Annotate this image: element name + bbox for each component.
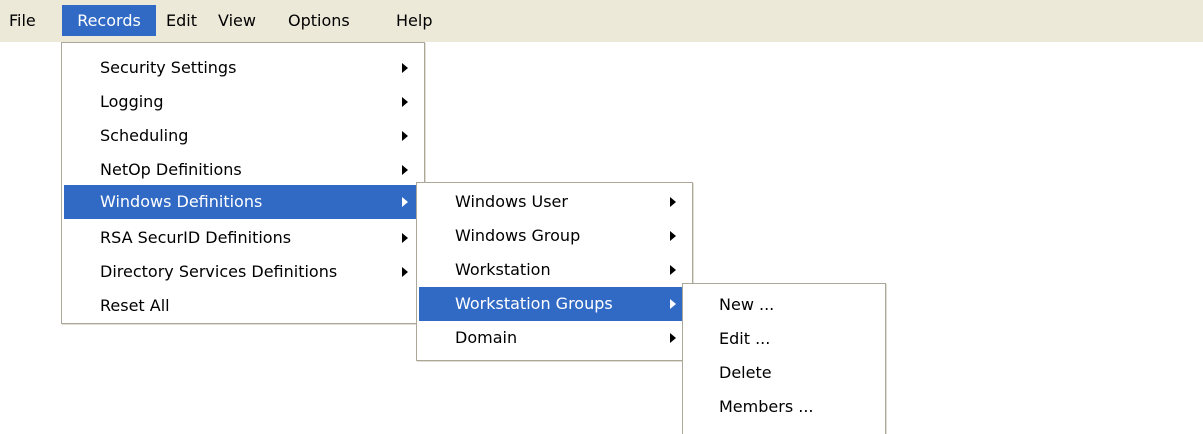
menu-item-logging[interactable]: Logging bbox=[64, 85, 422, 119]
submenu-arrow-icon bbox=[670, 333, 676, 343]
submenu-arrow-icon bbox=[670, 231, 676, 241]
menu-item-workstation[interactable]: Workstation bbox=[419, 253, 690, 287]
submenu-arrow-icon bbox=[402, 267, 408, 277]
menu-item-label: Directory Services Definitions bbox=[100, 262, 338, 281]
menu-item-domain[interactable]: Domain bbox=[419, 321, 690, 355]
workstation-groups-submenu: New ... Edit ... Delete Members ... bbox=[682, 283, 886, 434]
submenu-arrow-icon bbox=[402, 233, 408, 243]
menu-records[interactable]: Records bbox=[62, 5, 156, 36]
submenu-arrow-icon bbox=[402, 97, 408, 107]
menu-item-members[interactable]: Members ... bbox=[685, 390, 883, 424]
menu-item-delete[interactable]: Delete bbox=[685, 356, 883, 390]
records-menu: Security Settings Logging Scheduling Net… bbox=[61, 42, 425, 324]
menu-item-scheduling[interactable]: Scheduling bbox=[64, 119, 422, 153]
submenu-arrow-icon bbox=[402, 165, 408, 175]
menu-view[interactable]: View bbox=[218, 5, 270, 36]
menu-item-label: Edit ... bbox=[719, 329, 771, 348]
menu-item-label: Windows Definitions bbox=[100, 192, 263, 211]
menu-help[interactable]: Help bbox=[396, 5, 436, 36]
menu-item-windows-user[interactable]: Windows User bbox=[419, 185, 690, 219]
menu-item-windows-definitions[interactable]: Windows Definitions bbox=[64, 185, 422, 219]
submenu-arrow-icon bbox=[402, 63, 408, 73]
submenu-arrow-icon bbox=[670, 197, 676, 207]
windows-definitions-submenu: Windows User Windows Group Workstation W… bbox=[416, 182, 693, 361]
menu-item-directory-services-definitions[interactable]: Directory Services Definitions bbox=[64, 255, 422, 289]
menu-item-label: Domain bbox=[455, 328, 518, 347]
submenu-arrow-icon bbox=[670, 299, 676, 309]
menu-options[interactable]: Options bbox=[288, 5, 378, 36]
submenu-arrow-icon bbox=[670, 265, 676, 275]
menu-item-new[interactable]: New ... bbox=[685, 288, 883, 322]
menu-item-label: Delete bbox=[719, 363, 772, 382]
menu-item-rsa-securid-definitions[interactable]: RSA SecurID Definitions bbox=[64, 221, 422, 255]
menu-item-label: Workstation bbox=[455, 260, 551, 279]
menu-item-label: NetOp Definitions bbox=[100, 160, 242, 179]
menu-item-security-settings[interactable]: Security Settings bbox=[64, 51, 422, 85]
menu-item-netop-definitions[interactable]: NetOp Definitions bbox=[64, 153, 422, 187]
menu-item-label: Windows User bbox=[455, 192, 568, 211]
menu-item-reset-all[interactable]: Reset All bbox=[64, 289, 422, 323]
menu-edit[interactable]: Edit bbox=[166, 5, 202, 36]
menu-file[interactable]: File bbox=[9, 5, 45, 36]
menu-item-label: Members ... bbox=[719, 397, 814, 416]
menu-item-label: Scheduling bbox=[100, 126, 189, 145]
menu-item-label: Workstation Groups bbox=[455, 294, 613, 313]
menu-item-label: Logging bbox=[100, 92, 164, 111]
menu-item-workstation-groups[interactable]: Workstation Groups bbox=[419, 287, 690, 321]
menu-item-edit[interactable]: Edit ... bbox=[685, 322, 883, 356]
menu-item-label: Security Settings bbox=[100, 58, 237, 77]
menu-item-windows-group[interactable]: Windows Group bbox=[419, 219, 690, 253]
menu-item-label: Windows Group bbox=[455, 226, 581, 245]
menu-bar: File Records Edit View Options Help bbox=[0, 0, 1203, 42]
submenu-arrow-icon bbox=[402, 197, 408, 207]
menu-item-label: Reset All bbox=[100, 296, 170, 315]
menu-item-label: New ... bbox=[719, 295, 775, 314]
menu-item-label: RSA SecurID Definitions bbox=[100, 228, 292, 247]
submenu-arrow-icon bbox=[402, 131, 408, 141]
